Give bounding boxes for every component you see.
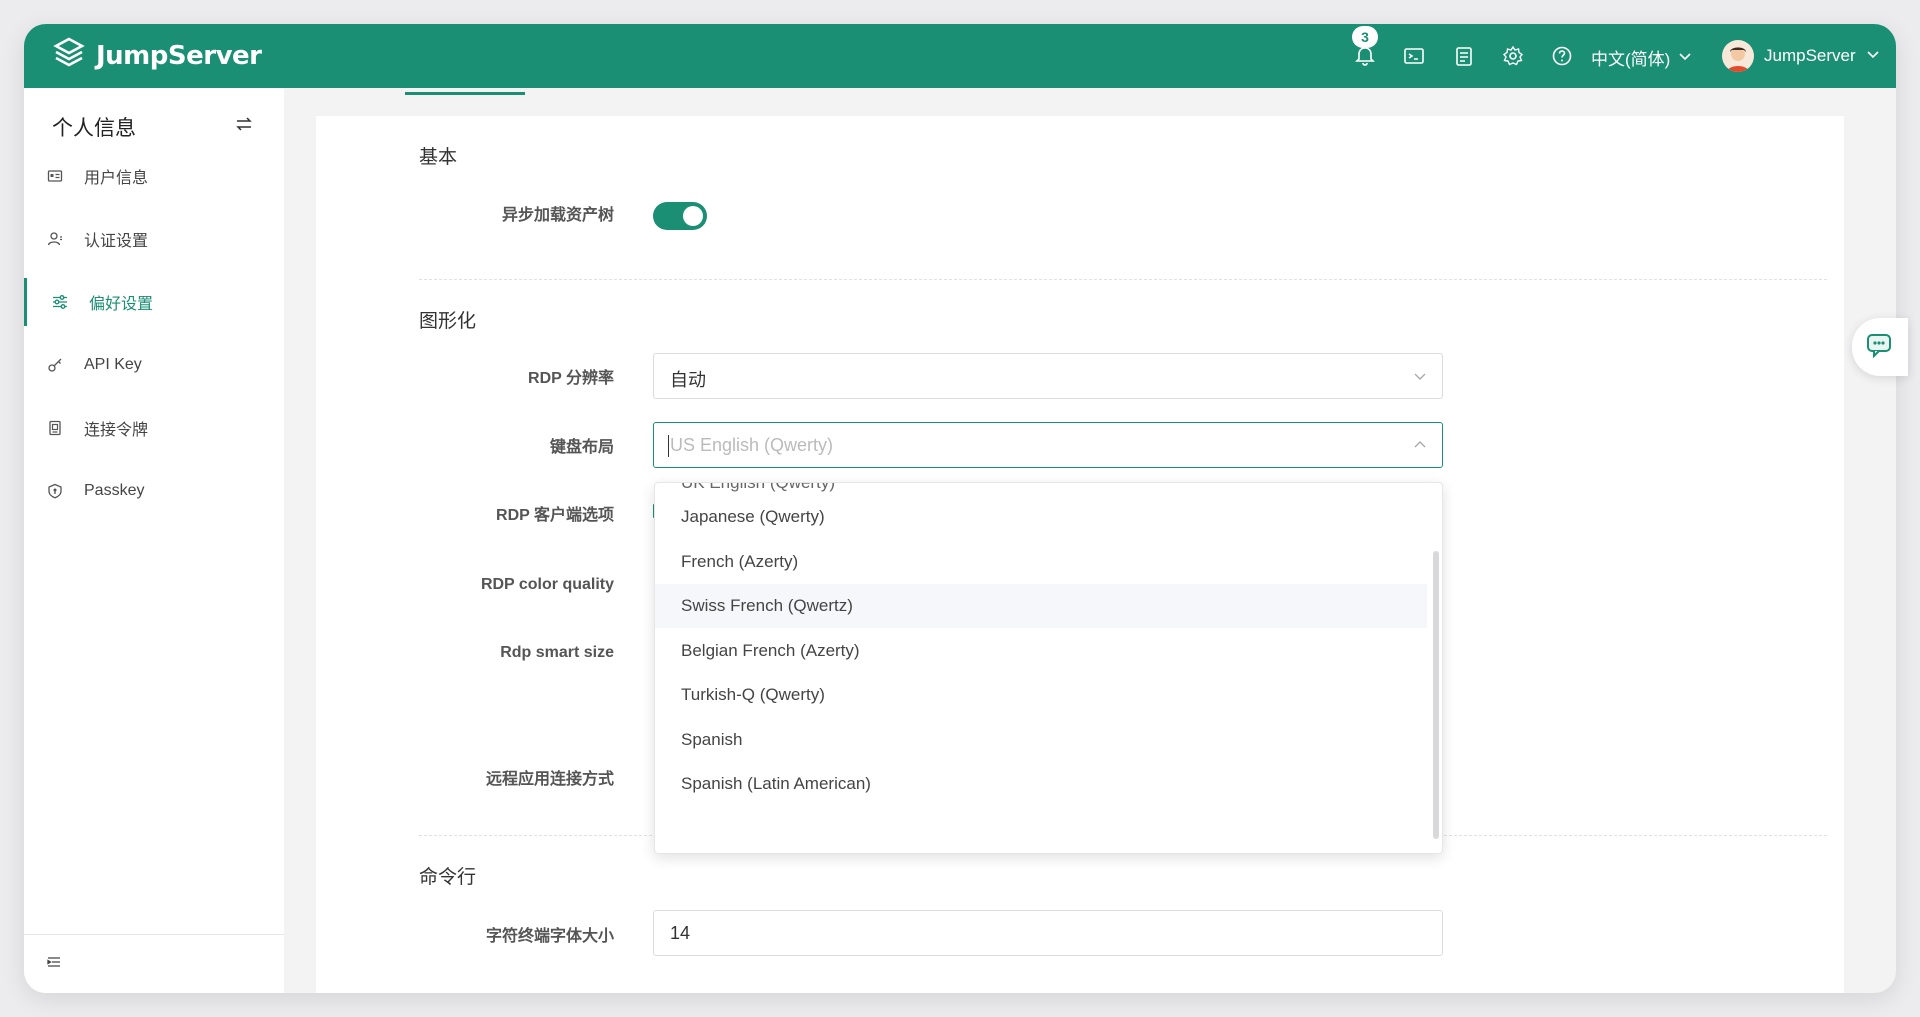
sidebar-item-user-info[interactable]: 用户信息 bbox=[24, 148, 284, 204]
dropdown-option[interactable]: Belgian French (Azerty) bbox=[655, 629, 1427, 673]
collapse-menu-icon[interactable] bbox=[46, 954, 64, 972]
keyboard-layout-select[interactable]: US English (Qwerty) bbox=[653, 422, 1443, 468]
keyboard-layout-placeholder: US English (Qwerty) bbox=[667, 435, 834, 457]
swap-icon[interactable] bbox=[234, 114, 254, 134]
section-title-basic: 基本 bbox=[419, 147, 458, 168]
brand-name: JumpServer bbox=[96, 40, 262, 71]
dropdown-option-hovered[interactable]: Swiss French (Qwertz) bbox=[655, 584, 1427, 628]
sidebar-item-preferences[interactable]: 偏好设置 bbox=[24, 274, 284, 330]
rdp-resolution-label: RDP 分辨率 bbox=[528, 370, 614, 387]
rdp-client-options-label: RDP 客户端选项 bbox=[496, 507, 614, 524]
dropdown-option[interactable]: Spanish (Latin American) bbox=[655, 762, 1427, 806]
app-window: JumpServer 3 中文(简体) JumpServer 个人信息 用户信息… bbox=[24, 24, 1896, 993]
section-title-graphical: 图形化 bbox=[419, 311, 477, 332]
keyboard-layout-label: 键盘布局 bbox=[549, 439, 614, 456]
chevron-up-icon bbox=[1412, 437, 1428, 453]
id-card-icon bbox=[46, 167, 64, 185]
sidebar-item-label: Passkey bbox=[84, 482, 145, 499]
top-header: JumpServer 3 中文(简体) JumpServer bbox=[24, 24, 1896, 88]
dropdown-option-partial[interactable]: UK English (Qwerty) bbox=[681, 483, 835, 493]
rdp-smart-size-label: Rdp smart size bbox=[500, 644, 614, 661]
dropdown-scrollbar[interactable] bbox=[1433, 551, 1439, 839]
username: JumpServer bbox=[1764, 46, 1856, 65]
dropdown-option[interactable]: Spanish bbox=[655, 718, 1427, 762]
rdp-resolution-value: 自动 bbox=[670, 370, 706, 390]
async-tree-label: 异步加载资产树 bbox=[501, 207, 614, 224]
sidebar-item-label: 偏好设置 bbox=[89, 296, 154, 313]
chat-assistant-button[interactable] bbox=[1852, 318, 1908, 376]
avatar bbox=[1722, 40, 1754, 72]
chevron-down-icon bbox=[1866, 46, 1880, 66]
language-selector[interactable]: 中文(简体) bbox=[1591, 45, 1692, 70]
remote-app-connect-label: 远程应用连接方式 bbox=[485, 771, 614, 788]
terminal-icon[interactable] bbox=[1401, 43, 1427, 69]
clipboard-icon[interactable] bbox=[1451, 43, 1477, 69]
sidebar-item-label: 用户信息 bbox=[84, 170, 149, 187]
rdp-resolution-select[interactable]: 自动 bbox=[653, 353, 1443, 399]
help-icon[interactable] bbox=[1549, 43, 1575, 69]
sidebar-item-label: 认证设置 bbox=[84, 233, 149, 250]
terminal-font-size-input[interactable]: 14 bbox=[653, 910, 1443, 956]
terminal-font-size-value: 14 bbox=[670, 923, 691, 943]
sliders-icon bbox=[51, 293, 69, 311]
dropdown-option[interactable]: Japanese (Qwerty) bbox=[655, 495, 1427, 539]
dropdown-option[interactable]: French (Azerty) bbox=[655, 540, 1427, 584]
dropdown-option[interactable]: Turkish-Q (Qwerty) bbox=[655, 673, 1427, 717]
user-menu[interactable]: JumpServer bbox=[1722, 40, 1880, 72]
user-icon bbox=[46, 230, 64, 248]
jumpserver-logo-icon bbox=[52, 36, 86, 75]
gear-icon[interactable] bbox=[1500, 43, 1526, 69]
sidebar-title: 个人信息 bbox=[52, 117, 136, 140]
section-title-cli: 命令行 bbox=[419, 867, 477, 888]
keyboard-layout-dropdown: UK English (Qwerty) Japanese (Qwerty) Fr… bbox=[654, 482, 1443, 854]
brand-logo[interactable]: JumpServer bbox=[52, 36, 262, 75]
active-tab-indicator bbox=[405, 92, 525, 95]
rdp-color-quality-label: RDP color quality bbox=[480, 576, 614, 593]
language-label: 中文(简体) bbox=[1591, 50, 1671, 69]
async-tree-toggle[interactable] bbox=[653, 202, 707, 230]
chevron-down-icon bbox=[1412, 368, 1428, 384]
terminal-font-size-label: 字符终端字体大小 bbox=[485, 928, 614, 945]
notification-badge: 3 bbox=[1352, 26, 1378, 48]
section-divider bbox=[419, 279, 1827, 280]
chat-icon bbox=[1866, 332, 1892, 363]
chevron-down-icon bbox=[1678, 48, 1692, 68]
shield-icon bbox=[46, 482, 64, 500]
